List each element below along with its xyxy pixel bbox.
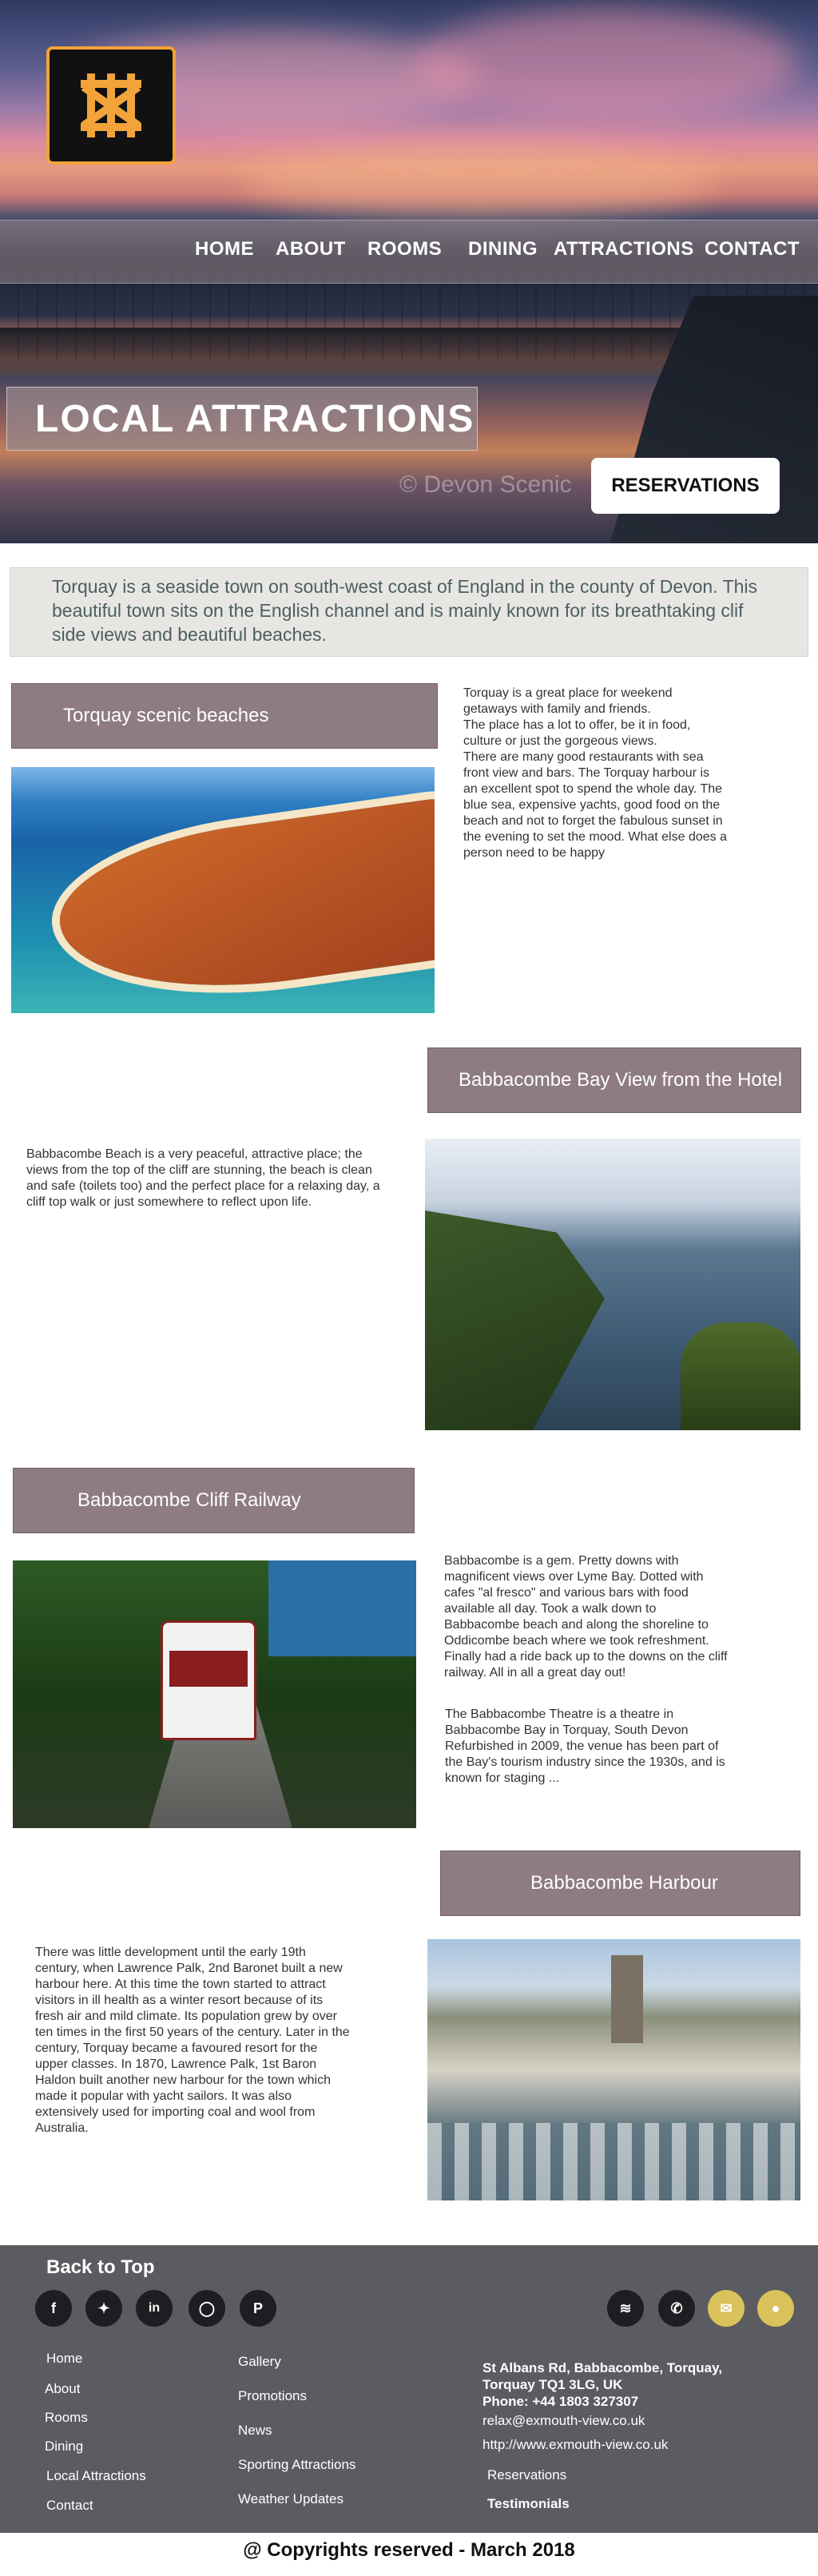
section-title-cliff-railway: Babbacombe Cliff Railway [13, 1468, 415, 1533]
reservations-button[interactable]: RESERVATIONS [591, 458, 780, 514]
linkedin-icon[interactable]: in [136, 2290, 173, 2327]
church-tower [611, 1955, 643, 2043]
footer-phone: Phone: +44 1803 327307 [482, 2394, 639, 2409]
logo[interactable] [46, 46, 176, 165]
map-pin-icon[interactable]: ● [757, 2290, 794, 2327]
harbour-photo [427, 1939, 800, 2200]
footer-link-gallery[interactable]: Gallery [238, 2354, 281, 2370]
footer-link-home[interactable]: Home [46, 2351, 82, 2367]
facebook-icon[interactable]: f [35, 2290, 72, 2327]
beach-photo [11, 767, 435, 1013]
nav-home[interactable]: HOME [195, 238, 254, 260]
whatsapp-icon[interactable]: ✆ [658, 2290, 695, 2327]
foreground-trees [681, 1322, 800, 1430]
back-to-top-link[interactable]: Back to Top [46, 2256, 155, 2279]
section-title-bay-view: Babbacombe Bay View from the Hotel [427, 1047, 801, 1113]
footer-address-line1: St Albans Rd, Babbacombe, Torquay, [482, 2360, 723, 2375]
footer-link-rooms[interactable]: Rooms [45, 2410, 88, 2426]
railway-car [161, 1620, 256, 1740]
intro-text: Torquay is a seaside town on south-west … [10, 567, 808, 657]
photo-watermark: © Devon Scenic [399, 471, 572, 498]
footer-link-sporting-attractions[interactable]: Sporting Attractions [238, 2457, 355, 2473]
footer-link-reservations[interactable]: Reservations [487, 2467, 566, 2483]
footer-link-local-attractions[interactable]: Local Attractions [46, 2468, 146, 2484]
cliff-railway-photo [13, 1560, 416, 1828]
footer-link-promotions[interactable]: Promotions [238, 2388, 307, 2404]
footer-link-contact[interactable]: Contact [46, 2498, 93, 2514]
main-nav: HOME ABOUT ROOMS DINING ATTRACTIONS CONT… [0, 220, 818, 284]
section-text-beaches: Torquay is a great place for weekend get… [463, 686, 727, 860]
sky-cloud [240, 144, 719, 216]
pinterest-icon[interactable]: P [240, 2290, 276, 2327]
sea-background [268, 1560, 416, 1656]
footer-website[interactable]: http://www.exmouth-view.co.uk [482, 2437, 668, 2453]
footer-address-line2: Torquay TQ1 3LG, UK [482, 2377, 623, 2392]
mail-icon[interactable]: ✉ [708, 2290, 745, 2327]
instagram-icon[interactable]: ◯ [189, 2290, 225, 2327]
cliff-trees [425, 1210, 605, 1430]
copyright-text: @ Copyrights reserved - March 2018 [243, 2539, 575, 2561]
section-title-harbour: Babbacombe Harbour [440, 1851, 800, 1916]
bay-view-photo [425, 1139, 800, 1430]
footer-link-testimonials[interactable]: Testimonials [487, 2496, 570, 2512]
twitter-icon[interactable]: ✦ [85, 2290, 122, 2327]
footer-email[interactable]: relax@exmouth-view.co.uk [482, 2413, 645, 2429]
nav-attractions[interactable]: ATTRACTIONS [554, 238, 694, 260]
nav-contact[interactable]: CONTACT [705, 238, 800, 260]
section-text-bay-view: Babbacombe Beach is a very peaceful, att… [26, 1147, 380, 1209]
section-text-cliff-railway: Babbacombe is a gem. Pretty downs with m… [444, 1554, 728, 1680]
page-title: LOCAL ATTRACTIONS [6, 387, 478, 451]
footer-link-weather-updates[interactable]: Weather Updates [238, 2491, 343, 2507]
harbour-boats [427, 2123, 800, 2200]
nav-dining[interactable]: DINING [468, 238, 538, 260]
section-text-theatre: The Babbacombe Theatre is a theatre in B… [445, 1707, 725, 1785]
footer: Back to Top f ✦ in ◯ P ≋ ✆ ✉ ● Home Abou… [0, 2245, 818, 2533]
nav-about[interactable]: ABOUT [276, 238, 346, 260]
footer-link-news[interactable]: News [238, 2423, 272, 2439]
footer-link-dining[interactable]: Dining [45, 2439, 83, 2455]
beach-sandbar [50, 794, 435, 1012]
section-text-harbour: There was little development until the e… [35, 1946, 350, 2135]
section-title-beaches: Torquay scenic beaches [11, 683, 438, 749]
sky-cloud [415, 8, 799, 120]
nav-rooms[interactable]: ROOMS [367, 238, 442, 260]
footer-link-about[interactable]: About [45, 2381, 80, 2397]
rss-icon[interactable]: ≋ [607, 2290, 644, 2327]
logo-mark-icon [71, 66, 151, 145]
